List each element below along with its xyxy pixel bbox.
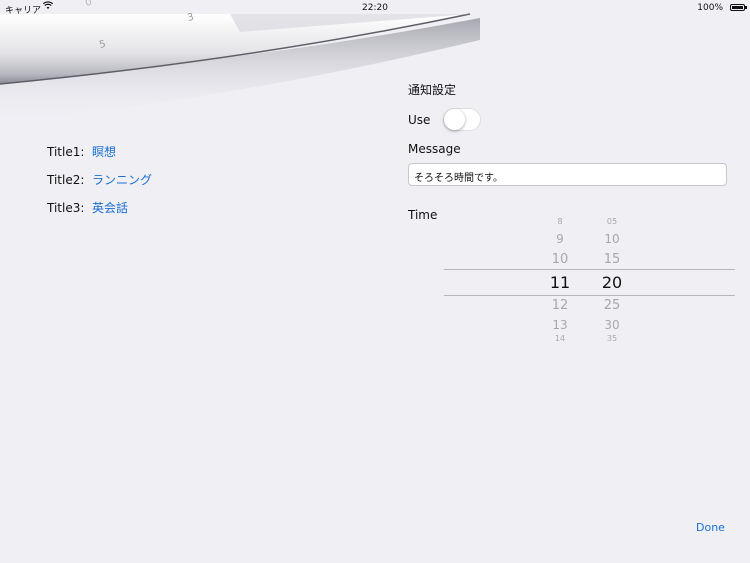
minute-option[interactable]: 25 [592, 298, 632, 313]
title3-value[interactable]: 英会話 [92, 201, 128, 215]
page-curl[interactable]: 0 3 5 [0, 0, 750, 140]
title-row-1: Title1: 瞑想 [47, 143, 116, 160]
hour-option[interactable]: 11 [540, 273, 580, 292]
title1-label: Title1: [47, 145, 85, 159]
hour-option[interactable]: 13 [540, 318, 580, 332]
minute-option[interactable]: 30 [592, 318, 632, 332]
time-picker[interactable]: 8 9 10 11 12 13 14 05 10 15 20 25 30 35 [444, 216, 735, 348]
battery-icon [730, 4, 747, 11]
minute-option[interactable]: 35 [592, 334, 632, 343]
minute-option[interactable]: 05 [592, 217, 632, 226]
done-button[interactable]: Done [696, 521, 725, 534]
message-label: Message [408, 142, 461, 156]
title2-label: Title2: [47, 173, 85, 187]
hour-option[interactable]: 9 [540, 232, 580, 246]
hour-option[interactable]: 10 [540, 252, 580, 267]
minute-option[interactable]: 20 [592, 273, 632, 292]
title-row-3: Title3: 英会話 [47, 199, 128, 216]
hour-option[interactable]: 14 [540, 334, 580, 343]
title1-value[interactable]: 瞑想 [92, 145, 116, 159]
message-field[interactable]: そろそろ時間です。 [408, 163, 727, 186]
title-row-2: Title2: ランニング [47, 171, 152, 188]
time-label: Time [408, 208, 438, 222]
picker-selection-bottom-line [444, 295, 735, 296]
status-bar: キャリア 22:20 100% [0, 0, 750, 16]
hour-option[interactable]: 12 [540, 298, 580, 313]
status-time: 22:20 [362, 3, 388, 13]
minute-option[interactable]: 15 [592, 252, 632, 267]
hour-option[interactable]: 8 [540, 217, 580, 226]
picker-selection-top-line [444, 269, 735, 270]
battery-percent: 100% [697, 3, 723, 13]
minute-option[interactable]: 10 [592, 232, 632, 246]
title3-label: Title3: [47, 201, 85, 215]
title2-value[interactable]: ランニング [92, 173, 152, 187]
